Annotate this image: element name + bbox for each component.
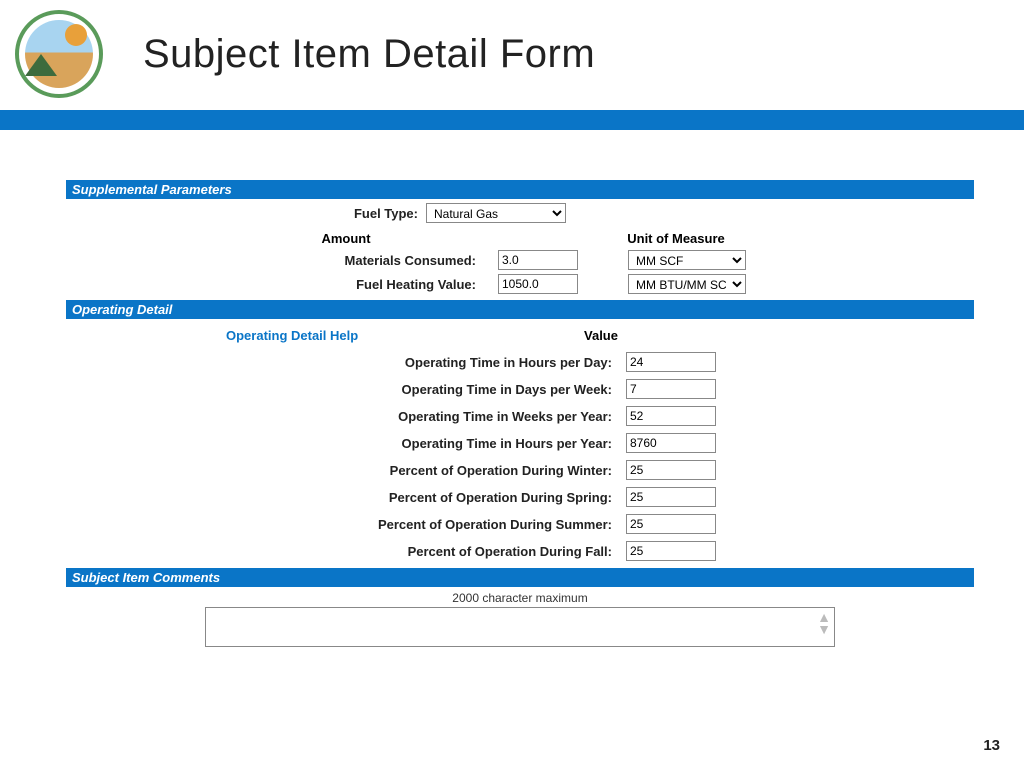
- operating-row-label: Operating Time in Days per Week:: [66, 382, 626, 397]
- fuel-heating-label: Fuel Heating Value:: [66, 277, 486, 292]
- fuel-type-select[interactable]: Natural Gas: [426, 203, 566, 223]
- operating-detail-help-link[interactable]: Operating Detail Help: [226, 328, 358, 343]
- materials-consumed-label: Materials Consumed:: [66, 253, 486, 268]
- comments-textarea[interactable]: [205, 607, 835, 647]
- operating-row: Percent of Operation During Fall:: [66, 541, 974, 561]
- column-header-amount: Amount: [66, 231, 586, 246]
- operating-value-header: Value: [584, 328, 618, 343]
- operating-row: Operating Time in Days per Week:: [66, 379, 974, 399]
- operating-row-label: Operating Time in Hours per Year:: [66, 436, 626, 451]
- comments-maxchars-note: 2000 character maximum: [66, 591, 974, 605]
- operating-row-label: Percent of Operation During Spring:: [66, 490, 626, 505]
- operating-row-input[interactable]: [626, 487, 716, 507]
- operating-row-input[interactable]: [626, 514, 716, 534]
- operating-row-label: Operating Time in Hours per Day:: [66, 355, 626, 370]
- operating-row-label: Percent of Operation During Summer:: [66, 517, 626, 532]
- operating-row-label: Operating Time in Weeks per Year:: [66, 409, 626, 424]
- operating-row-label: Percent of Operation During Fall:: [66, 544, 626, 559]
- operating-row-input[interactable]: [626, 433, 716, 453]
- page-title: Subject Item Detail Form: [143, 32, 595, 77]
- operating-row-label: Percent of Operation During Winter:: [66, 463, 626, 478]
- fuel-type-label: Fuel Type:: [66, 206, 426, 221]
- materials-consumed-uom[interactable]: MM SCF: [628, 250, 746, 270]
- nmed-logo: [15, 10, 103, 98]
- fuel-heating-amount[interactable]: [498, 274, 578, 294]
- operating-row: Operating Time in Weeks per Year:: [66, 406, 974, 426]
- operating-row-input[interactable]: [626, 379, 716, 399]
- materials-consumed-amount[interactable]: [498, 250, 578, 270]
- section-supplemental-header: Supplemental Parameters: [66, 180, 974, 199]
- operating-row-input[interactable]: [626, 541, 716, 561]
- header-divider: [0, 110, 1024, 130]
- operating-row: Operating Time in Hours per Day:: [66, 352, 974, 372]
- operating-row: Percent of Operation During Summer:: [66, 514, 974, 534]
- column-header-uom: Unit of Measure: [586, 231, 766, 246]
- section-comments-header: Subject Item Comments: [66, 568, 974, 587]
- section-operating-header: Operating Detail: [66, 300, 974, 319]
- fuel-heating-uom[interactable]: MM BTU/MM SCF: [628, 274, 746, 294]
- operating-row-input[interactable]: [626, 352, 716, 372]
- operating-row: Percent of Operation During Spring:: [66, 487, 974, 507]
- slide-page-number: 13: [983, 737, 1000, 754]
- operating-row: Percent of Operation During Winter:: [66, 460, 974, 480]
- operating-row-input[interactable]: [626, 460, 716, 480]
- operating-row: Operating Time in Hours per Year:: [66, 433, 974, 453]
- operating-row-input[interactable]: [626, 406, 716, 426]
